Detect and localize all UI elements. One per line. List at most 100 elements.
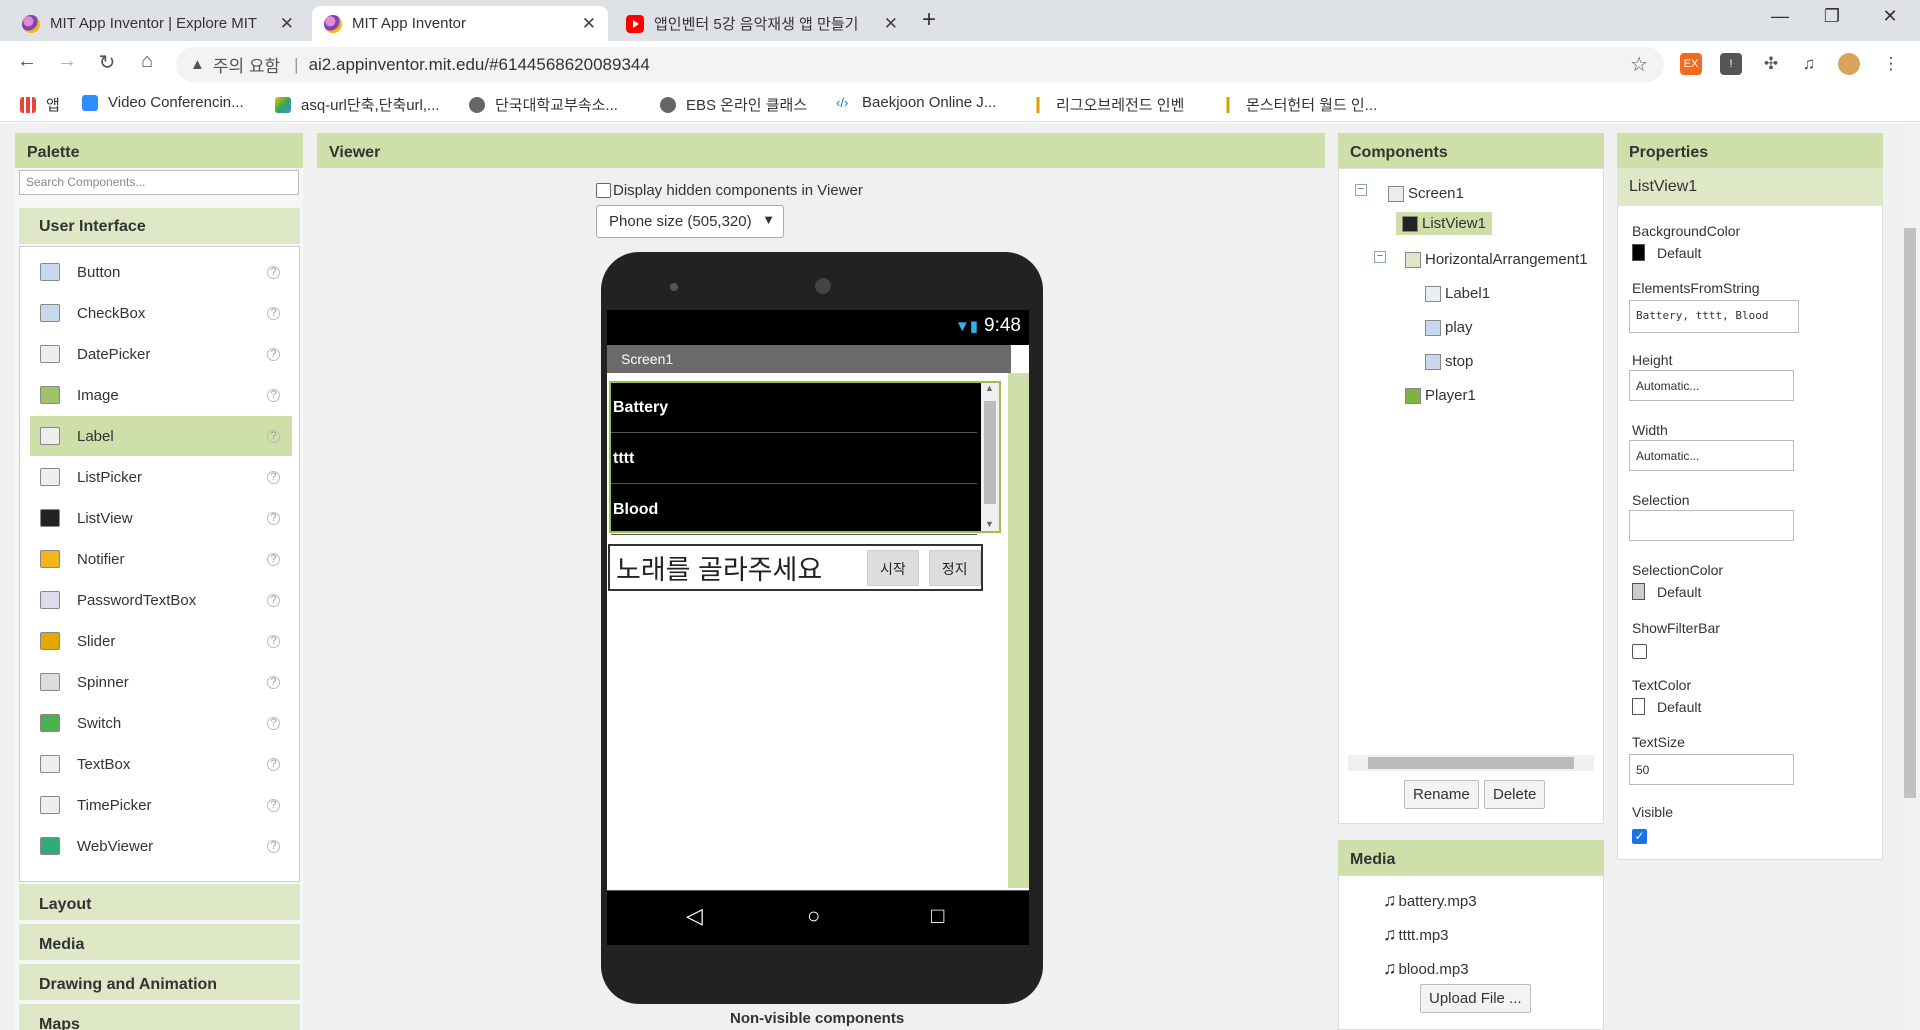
visible-checkbox[interactable]: ✓ bbox=[1632, 829, 1647, 844]
help-icon[interactable]: ? bbox=[267, 634, 280, 648]
tree-node-horizontalarrangement1[interactable]: HorizontalArrangement1 bbox=[1405, 251, 1588, 268]
scrollbar-thumb[interactable] bbox=[1368, 757, 1574, 769]
window-close-icon[interactable]: ✕ bbox=[1870, 6, 1910, 27]
listview-item[interactable]: tttt bbox=[611, 434, 977, 484]
help-icon[interactable]: ? bbox=[267, 388, 280, 402]
url-text[interactable]: ai2.appinventor.mit.edu/#614456862008934… bbox=[309, 55, 650, 75]
rename-button[interactable]: Rename bbox=[1404, 780, 1479, 809]
menu-dots-icon[interactable]: ⋮ bbox=[1880, 53, 1902, 75]
help-icon[interactable]: ? bbox=[267, 511, 280, 525]
address-bar[interactable]: ▲ 주의 요함 | ai2.appinventor.mit.edu/#61445… bbox=[176, 47, 1664, 82]
media-file[interactable]: ♫ tttt.mp3 bbox=[1383, 924, 1449, 945]
media-file[interactable]: ♫ blood.mp3 bbox=[1383, 958, 1469, 979]
close-icon[interactable]: ✕ bbox=[280, 14, 294, 34]
tree-node-screen1[interactable]: Screen1 bbox=[1388, 185, 1464, 202]
label1-preview[interactable]: 노래를 골라주세요 bbox=[610, 548, 857, 587]
help-icon[interactable]: ? bbox=[267, 306, 280, 320]
prop-backgroundcolor[interactable]: Default bbox=[1632, 244, 1701, 261]
reload-icon[interactable]: ↻ bbox=[94, 50, 120, 75]
color-swatch[interactable] bbox=[1632, 583, 1645, 600]
media-control-icon[interactable]: ♫ bbox=[1798, 53, 1820, 75]
palette-item-webviewer[interactable]: WebViewer? bbox=[30, 826, 292, 866]
palette-item-passwordtextbox[interactable]: PasswordTextBox? bbox=[30, 580, 292, 620]
listview-item[interactable]: Battery bbox=[611, 383, 977, 433]
tree-node-listview1[interactable]: ListView1 bbox=[1396, 212, 1492, 235]
extensions-puzzle-icon[interactable]: ✣ bbox=[1760, 53, 1782, 75]
phone-size-select[interactable]: Phone size (505,320) ▼ bbox=[596, 205, 784, 238]
help-icon[interactable]: ? bbox=[267, 347, 280, 361]
close-icon[interactable]: ✕ bbox=[582, 14, 596, 34]
tree-node-label1[interactable]: Label1 bbox=[1425, 285, 1490, 302]
forward-icon[interactable]: → bbox=[54, 50, 80, 73]
bookmark-zoom[interactable]: Video Conferencin... bbox=[82, 94, 244, 111]
bookmark-dankook[interactable]: 단국대학교부속소... bbox=[469, 94, 618, 115]
new-tab-button[interactable]: + bbox=[922, 6, 936, 34]
maximize-icon[interactable]: ❐ bbox=[1812, 6, 1852, 27]
help-icon[interactable]: ? bbox=[267, 552, 280, 566]
palette-item-label[interactable]: Label? bbox=[30, 416, 292, 456]
media-file[interactable]: ♫ battery.mp3 bbox=[1383, 890, 1477, 911]
palette-search-input[interactable]: Search Components... bbox=[19, 170, 299, 195]
category-media[interactable]: Media bbox=[19, 924, 300, 960]
palette-item-button[interactable]: Button? bbox=[30, 252, 292, 292]
help-icon[interactable]: ? bbox=[267, 839, 280, 853]
prop-textcolor[interactable]: Default bbox=[1632, 698, 1701, 715]
palette-item-image[interactable]: Image? bbox=[30, 375, 292, 415]
width-input[interactable]: Automatic... bbox=[1629, 440, 1794, 471]
text-size-input[interactable]: 50 bbox=[1629, 754, 1794, 785]
scrollbar-thumb[interactable] bbox=[1904, 228, 1916, 798]
play-button[interactable]: 시작 bbox=[867, 549, 919, 586]
palette-item-slider[interactable]: Slider? bbox=[30, 621, 292, 661]
help-icon[interactable]: ? bbox=[267, 593, 280, 607]
color-swatch[interactable] bbox=[1632, 244, 1645, 261]
bookmark-apps[interactable]: 앱 bbox=[20, 94, 60, 115]
bookmark-monster[interactable]: 몬스터헌터 월드 인... bbox=[1220, 94, 1377, 115]
collapse-toggle-icon[interactable]: − bbox=[1355, 184, 1367, 196]
palette-item-spinner[interactable]: Spinner? bbox=[30, 662, 292, 702]
palette-item-checkbox[interactable]: CheckBox? bbox=[30, 293, 292, 333]
bookmark-lol[interactable]: 리그오브레전드 인벤 bbox=[1030, 94, 1184, 115]
tree-node-player1[interactable]: Player1 bbox=[1405, 387, 1476, 404]
extension-info-icon[interactable]: ! bbox=[1720, 53, 1742, 75]
home-icon[interactable]: ⌂ bbox=[134, 50, 160, 73]
back-icon[interactable]: ← bbox=[14, 50, 40, 73]
stop-button[interactable]: 정지 bbox=[928, 549, 981, 586]
help-icon[interactable]: ? bbox=[267, 429, 280, 443]
help-icon[interactable]: ? bbox=[267, 798, 280, 812]
horizontal-arrangement-preview[interactable]: 노래를 골라주세요 시작 정지 bbox=[608, 544, 983, 591]
category-user-interface[interactable]: User Interface bbox=[19, 208, 300, 244]
page-scrollbar[interactable] bbox=[1900, 123, 1920, 1030]
prop-selectioncolor[interactable]: Default bbox=[1632, 583, 1701, 600]
scroll-down-icon[interactable]: ▼ bbox=[985, 519, 994, 529]
display-hidden-checkbox[interactable]: Display hidden components in Viewer bbox=[596, 182, 863, 199]
palette-item-listview[interactable]: ListView? bbox=[30, 498, 292, 538]
show-filter-bar-checkbox[interactable] bbox=[1632, 644, 1647, 659]
warning-icon[interactable]: ▲ bbox=[190, 56, 205, 73]
elements-from-string-textarea[interactable]: Battery, tttt, Blood bbox=[1629, 300, 1799, 333]
help-icon[interactable]: ? bbox=[267, 470, 280, 484]
tab-app-inventor[interactable]: MIT App Inventor ✕ bbox=[312, 6, 608, 41]
scroll-up-icon[interactable]: ▲ bbox=[985, 383, 994, 393]
palette-item-listpicker[interactable]: ListPicker? bbox=[30, 457, 292, 497]
help-icon[interactable]: ? bbox=[267, 716, 280, 730]
selection-input[interactable] bbox=[1629, 510, 1794, 541]
minimize-icon[interactable]: — bbox=[1760, 6, 1800, 27]
components-scrollbar[interactable] bbox=[1348, 755, 1594, 771]
palette-item-switch[interactable]: Switch? bbox=[30, 703, 292, 743]
listview-item[interactable]: Blood bbox=[611, 485, 977, 535]
palette-item-datepicker[interactable]: DatePicker? bbox=[30, 334, 292, 374]
color-swatch[interactable] bbox=[1632, 698, 1645, 715]
palette-item-notifier[interactable]: Notifier? bbox=[30, 539, 292, 579]
bookmark-star-icon[interactable]: ☆ bbox=[1630, 52, 1648, 77]
bookmark-asq[interactable]: asq-url단축,단축url,... bbox=[275, 94, 440, 115]
checkbox-box[interactable] bbox=[596, 183, 611, 198]
tree-node-stop[interactable]: stop bbox=[1425, 353, 1473, 370]
upload-file-button[interactable]: Upload File ... bbox=[1420, 984, 1531, 1013]
scrollbar-thumb[interactable] bbox=[984, 401, 996, 504]
category-drawing-and-animation[interactable]: Drawing and Animation bbox=[19, 964, 300, 1000]
help-icon[interactable]: ? bbox=[267, 675, 280, 689]
height-input[interactable]: Automatic... bbox=[1629, 370, 1794, 401]
help-icon[interactable]: ? bbox=[267, 265, 280, 279]
close-icon[interactable]: ✕ bbox=[884, 14, 898, 34]
bookmark-ebs[interactable]: EBS 온라인 클래스 bbox=[660, 94, 807, 115]
